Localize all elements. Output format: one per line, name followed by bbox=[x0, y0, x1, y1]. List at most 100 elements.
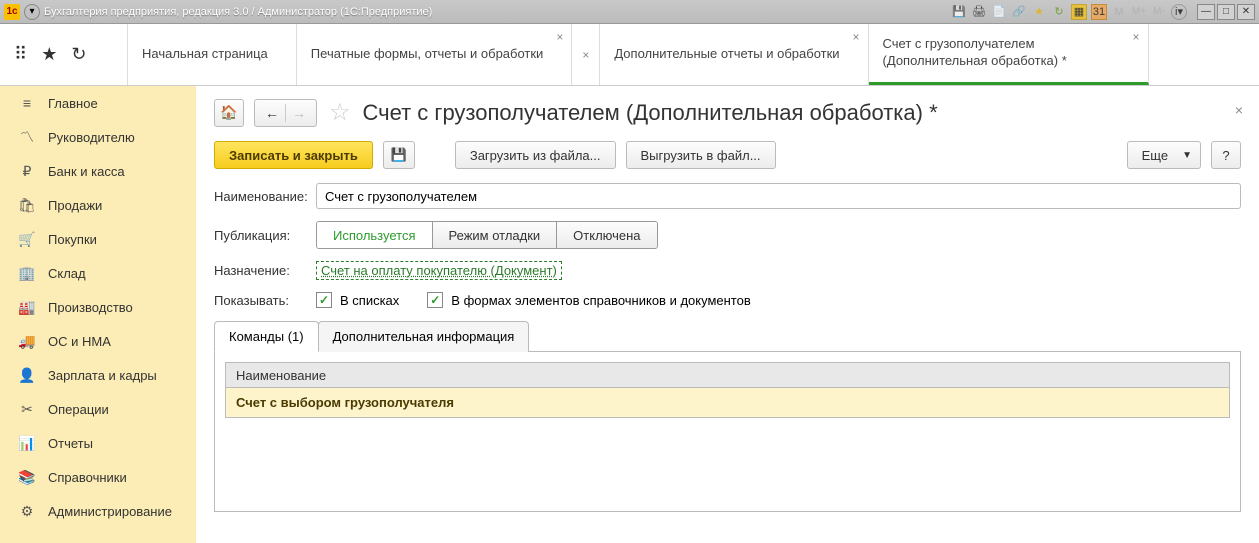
save-button[interactable]: 💾 bbox=[383, 141, 415, 169]
mem-mplus-icon[interactable]: M+ bbox=[1131, 4, 1147, 20]
forward-button[interactable]: → bbox=[286, 105, 312, 121]
doc-icon[interactable]: 📄 bbox=[991, 4, 1007, 20]
print-icon[interactable]: 🖨 bbox=[971, 4, 987, 20]
sidebar-item-label: Покупки bbox=[48, 232, 97, 247]
sidebar-item-label: Главное bbox=[48, 96, 98, 111]
more-button[interactable]: Еще▼ bbox=[1127, 141, 1201, 169]
history-icon[interactable]: ↻ bbox=[1051, 4, 1067, 20]
sidebar-item-label: Администрирование bbox=[48, 504, 172, 519]
mem-mminus-icon[interactable]: M- bbox=[1151, 4, 1167, 20]
sidebar-item-label: Банк и касса bbox=[48, 164, 125, 179]
help-button[interactable]: ? bbox=[1211, 141, 1241, 169]
sidebar-item-salary[interactable]: 👤 Зарплата и кадры bbox=[0, 358, 196, 392]
mem-m-icon[interactable]: M bbox=[1111, 4, 1127, 20]
tab-account-consignee[interactable]: Счет с грузополучателем (Дополнительная … bbox=[869, 24, 1149, 85]
close-icon[interactable]: × bbox=[556, 30, 563, 44]
sidebar-item-purchases[interactable]: 🛒 Покупки bbox=[0, 222, 196, 256]
publication-segment: Используется Режим отладки Отключена bbox=[316, 221, 658, 249]
sidebar-item-main[interactable]: ≡Главное bbox=[0, 86, 196, 120]
save-close-button[interactable]: Записать и закрыть bbox=[214, 141, 373, 169]
save-icon[interactable]: 💾 bbox=[951, 4, 967, 20]
sidebar: ≡Главное 〽 Руководителю ₽ Банк и касса 🛍Пр… bbox=[0, 86, 196, 543]
barchart-icon: 📊 bbox=[18, 435, 36, 452]
tab-home[interactable]: Начальная страница bbox=[128, 24, 297, 85]
sidebar-item-bank[interactable]: ₽ Банк и касса bbox=[0, 154, 196, 188]
tab-print-forms[interactable]: Печатные формы, отчеты и обработки × bbox=[297, 24, 573, 85]
clip-icon[interactable]: 🔗 bbox=[1011, 4, 1027, 20]
tab-additional-reports[interactable]: Дополнительные отчеты и обработки × bbox=[600, 24, 868, 85]
sidebar-item-operations[interactable]: ✂Операции bbox=[0, 392, 196, 426]
gear-icon: ⚙ bbox=[18, 503, 36, 520]
favorites-star-icon[interactable]: ★ bbox=[41, 44, 57, 65]
sidebar-item-manager[interactable]: 〽 Руководителю bbox=[0, 120, 196, 154]
sidebar-item-assets[interactable]: 🚚ОС и НМА bbox=[0, 324, 196, 358]
titlebar: 1c ▾ Бухгалтерия предприятия, редакция 3… bbox=[0, 0, 1259, 24]
ruble-icon: ₽ bbox=[18, 163, 36, 180]
books-icon: 📚 bbox=[18, 469, 36, 486]
favorite-star-icon[interactable]: ☆ bbox=[329, 98, 351, 127]
scissors-icon: ✂ bbox=[18, 401, 36, 418]
maximize-button[interactable]: □ bbox=[1217, 4, 1235, 20]
sidebar-item-production[interactable]: 🏭Производство bbox=[0, 290, 196, 324]
seg-used[interactable]: Используется bbox=[317, 222, 433, 248]
page-title: Счет с грузополучателем (Дополнительная … bbox=[363, 100, 938, 126]
sidebar-item-sales[interactable]: 🛍Продажи bbox=[0, 188, 196, 222]
sidebar-item-admin[interactable]: ⚙ Администрирование bbox=[0, 494, 196, 528]
nav-back-forward: ← → bbox=[254, 99, 317, 127]
checkbox-forms[interactable]: ✓ bbox=[427, 292, 443, 308]
load-from-file-button[interactable]: Загрузить из файла... bbox=[455, 141, 616, 169]
sidebar-item-label: Зарплата и кадры bbox=[48, 368, 157, 383]
sidebar-item-label: ОС и НМА bbox=[48, 334, 111, 349]
close-icon[interactable]: × bbox=[582, 48, 589, 62]
minimize-button[interactable]: — bbox=[1197, 4, 1215, 20]
calc-icon[interactable]: ▦ bbox=[1071, 4, 1087, 20]
checkbox-forms-label: В формах элементов справочников и докуме… bbox=[451, 293, 750, 308]
calendar-icon[interactable]: 31 bbox=[1091, 4, 1107, 20]
name-input[interactable] bbox=[325, 189, 1232, 204]
info-icon[interactable]: i▾ bbox=[1171, 4, 1187, 20]
main: × 🏠 ← → ☆ Счет с грузополучателем (Допол… bbox=[196, 86, 1259, 543]
back-button[interactable]: ← bbox=[259, 105, 285, 121]
close-window-button[interactable]: ✕ bbox=[1237, 4, 1255, 20]
app-logo-icon: 1c bbox=[4, 4, 20, 20]
tab-additional-info[interactable]: Дополнительная информация bbox=[318, 321, 530, 352]
chart-icon: 〽 bbox=[18, 127, 36, 147]
warehouse-icon: 🏢 bbox=[18, 265, 36, 282]
window-controls: — □ ✕ bbox=[1197, 4, 1255, 20]
star-icon[interactable]: ★ bbox=[1031, 4, 1047, 20]
history-clock-icon[interactable]: ↻ bbox=[71, 44, 86, 65]
sidebar-item-reports[interactable]: 📊 Отчеты bbox=[0, 426, 196, 460]
person-icon: 👤 bbox=[18, 367, 36, 384]
inner-tabs: Команды (1) Дополнительная информация bbox=[214, 320, 1241, 352]
sidebar-item-label: Склад bbox=[48, 266, 86, 281]
factory-icon: 🏭 bbox=[18, 299, 36, 316]
apps-grid-icon[interactable]: ⠿ bbox=[14, 44, 27, 65]
quick-menu: ⠿ ★ ↻ bbox=[0, 24, 128, 85]
sidebar-item-label: Руководителю bbox=[48, 130, 135, 145]
grid-row[interactable]: Счет с выбором грузополучателя bbox=[225, 388, 1230, 418]
sidebar-item-label: Продажи bbox=[48, 198, 102, 213]
inner-tab-body: Наименование Счет с выбором грузополучат… bbox=[214, 352, 1241, 512]
seg-disabled[interactable]: Отключена bbox=[557, 222, 656, 248]
checkbox-lists[interactable]: ✓ bbox=[316, 292, 332, 308]
close-icon[interactable]: × bbox=[1133, 30, 1140, 44]
home-button[interactable]: 🏠 bbox=[214, 99, 244, 127]
checkbox-lists-label: В списках bbox=[340, 293, 399, 308]
page-header: 🏠 ← → ☆ Счет с грузополучателем (Дополни… bbox=[214, 98, 1241, 127]
tab-commands[interactable]: Команды (1) bbox=[214, 321, 319, 352]
export-to-file-button[interactable]: Выгрузить в файл... bbox=[626, 141, 776, 169]
tab-collapsed[interactable]: × bbox=[572, 24, 600, 85]
name-input-wrapper bbox=[316, 183, 1241, 209]
purpose-link[interactable]: Счет на оплату покупателю (Документ) bbox=[316, 261, 562, 280]
dropdown-icon[interactable]: ▾ bbox=[24, 4, 40, 20]
close-icon[interactable]: × bbox=[853, 30, 860, 44]
close-page-icon[interactable]: × bbox=[1235, 102, 1243, 118]
seg-debug[interactable]: Режим отладки bbox=[433, 222, 558, 248]
cart-icon: 🛒 bbox=[18, 231, 36, 248]
window-title: Бухгалтерия предприятия, редакция 3.0 / … bbox=[44, 6, 432, 18]
sidebar-item-label: Справочники bbox=[48, 470, 127, 485]
sidebar-item-warehouse[interactable]: 🏢 Склад bbox=[0, 256, 196, 290]
sidebar-item-label: Отчеты bbox=[48, 436, 93, 451]
purpose-label: Назначение: bbox=[214, 263, 316, 278]
sidebar-item-refs[interactable]: 📚 Справочники bbox=[0, 460, 196, 494]
